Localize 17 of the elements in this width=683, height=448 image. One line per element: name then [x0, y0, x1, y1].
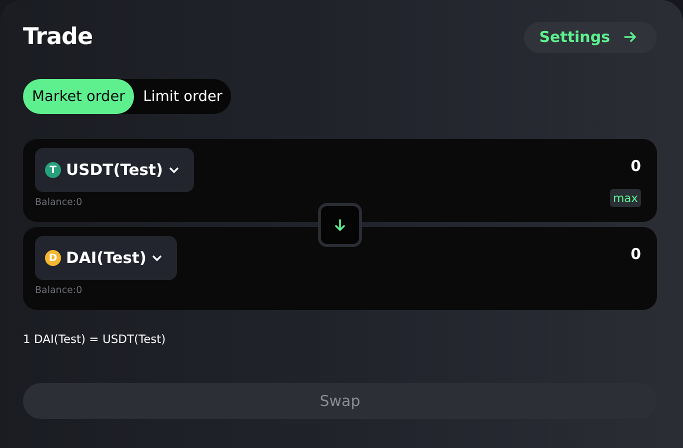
token-select[interactable]: D DAI(Test)	[35, 236, 178, 280]
max-button[interactable]: max	[610, 189, 641, 207]
token-select[interactable]: T USDT(Test)	[35, 148, 194, 192]
balance-text: Balance:0	[35, 197, 84, 208]
page-title: Trade	[23, 24, 93, 50]
switch-direction-button[interactable]	[318, 203, 362, 247]
arrow-right-icon	[624, 31, 637, 43]
arrow-down-icon	[334, 218, 346, 232]
settings-button[interactable]: Settings	[524, 22, 657, 52]
exchange-rate: 1 DAI(Test) = USDT(Test)	[23, 332, 167, 346]
balance-text: Balance:0	[35, 285, 84, 296]
amount-value[interactable]: 0	[630, 245, 641, 263]
order-tab[interactable]: Market order	[23, 79, 134, 114]
token-icon: D	[45, 250, 61, 266]
token-icon: T	[45, 162, 61, 178]
order-tab[interactable]: Limit order	[134, 79, 232, 114]
amount-value[interactable]: 0	[630, 157, 641, 175]
